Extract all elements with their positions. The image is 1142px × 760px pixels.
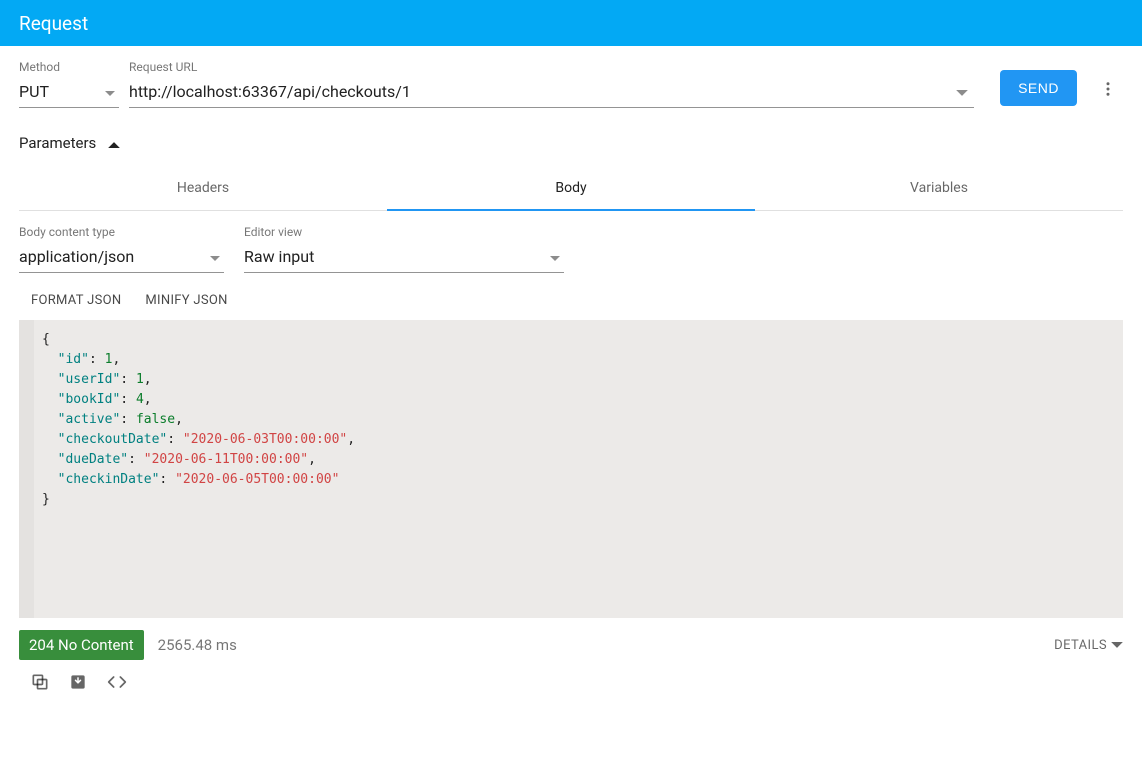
code-icon[interactable] [106, 672, 128, 696]
parameters-toggle[interactable]: Parameters [0, 108, 1142, 166]
chevron-down-icon [210, 247, 220, 266]
url-input[interactable]: http://localhost:63367/api/checkouts/1 [129, 76, 974, 108]
copy-icon[interactable] [30, 672, 50, 696]
details-label: DETAILS [1054, 638, 1107, 653]
more-vert-icon[interactable] [1099, 80, 1123, 102]
body-content-type-field: Body content type application/json [19, 225, 224, 273]
minify-json-button[interactable]: MINIFY JSON [145, 293, 227, 308]
body-editor[interactable]: { "id": 1, "userId": 1, "bookId": 4, "ac… [19, 320, 1123, 618]
status-badge: 204 No Content [19, 630, 144, 660]
tab-headers[interactable]: Headers [19, 166, 387, 210]
editor-view-label: Editor view [244, 225, 564, 239]
response-timing: 2565.48 ms [158, 636, 237, 654]
request-line: Method PUT Request URL http://localhost:… [0, 46, 1142, 108]
chevron-down-icon [1111, 638, 1123, 653]
parameters-label: Parameters [19, 134, 96, 152]
header-title: Request [19, 12, 88, 35]
method-field: Method PUT [19, 60, 119, 108]
url-label: Request URL [129, 60, 974, 74]
editor-view-select[interactable]: Raw input [244, 241, 564, 273]
chevron-down-icon [550, 247, 560, 266]
url-value: http://localhost:63367/api/checkouts/1 [129, 82, 411, 101]
details-toggle[interactable]: DETAILS [1054, 638, 1123, 653]
param-tabs: Headers Body Variables [19, 166, 1123, 211]
method-label: Method [19, 60, 119, 74]
body-content-type-value: application/json [19, 247, 134, 266]
tab-variables[interactable]: Variables [755, 166, 1123, 210]
download-icon[interactable] [68, 672, 88, 696]
app-header: Request [0, 0, 1142, 46]
method-select[interactable]: PUT [19, 76, 119, 108]
body-content-type-label: Body content type [19, 225, 224, 239]
format-json-button[interactable]: FORMAT JSON [31, 293, 121, 308]
method-value: PUT [19, 82, 49, 101]
send-button[interactable]: SEND [1000, 70, 1077, 106]
url-field: Request URL http://localhost:63367/api/c… [129, 60, 974, 108]
editor-view-field: Editor view Raw input [244, 225, 564, 273]
body-content-type-select[interactable]: application/json [19, 241, 224, 273]
tab-body[interactable]: Body [387, 166, 755, 210]
chevron-down-icon [105, 82, 115, 101]
chevron-down-icon[interactable] [956, 82, 968, 101]
response-status-row: 204 No Content 2565.48 ms DETAILS [0, 618, 1142, 672]
chevron-up-icon [108, 134, 120, 152]
editor-view-value: Raw input [244, 247, 314, 266]
response-toolbar [0, 672, 1142, 716]
body-editor-settings: Body content type application/json Edito… [0, 211, 1142, 273]
json-actions: FORMAT JSON MINIFY JSON [0, 273, 1142, 320]
